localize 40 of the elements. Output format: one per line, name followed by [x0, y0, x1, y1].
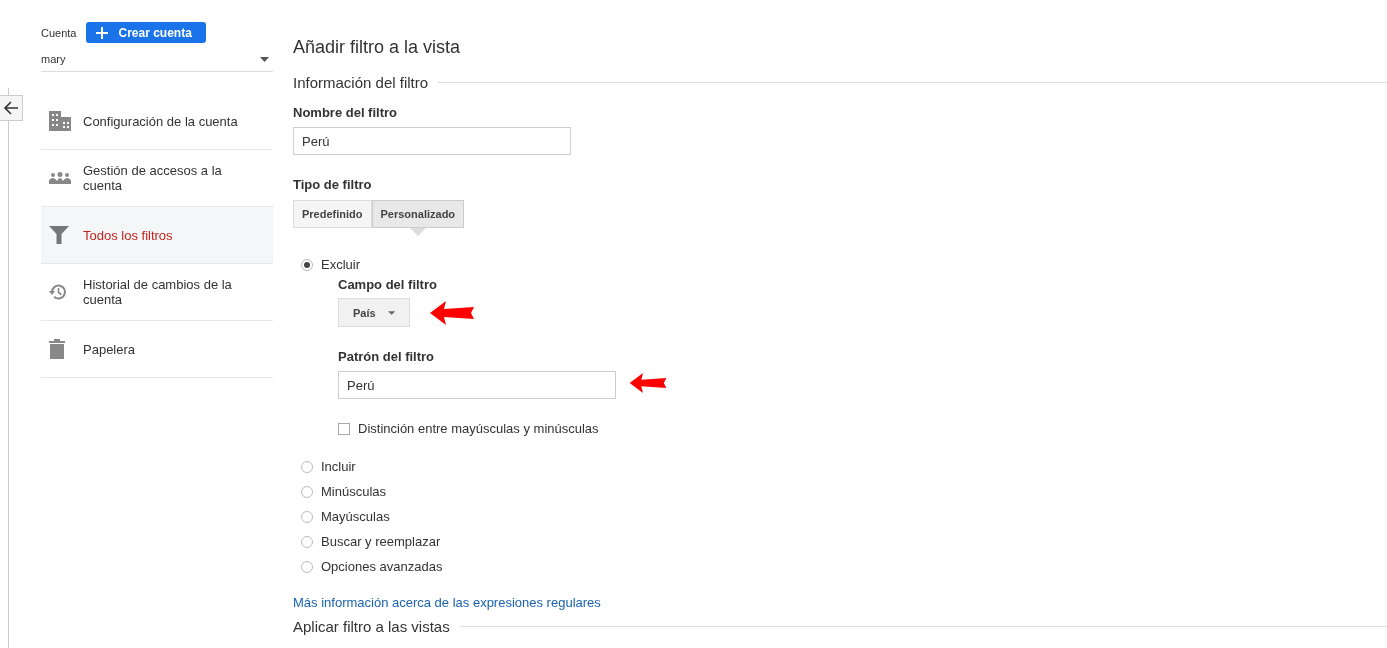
filter-field-dropdown[interactable]: País	[338, 298, 410, 327]
field-label: Campo del filtro	[338, 277, 438, 292]
field-label: Tipo de filtro	[293, 177, 373, 192]
radio-option[interactable]: Excluir	[301, 252, 1387, 277]
radio-option[interactable]: Opciones avanzadas	[301, 554, 1387, 579]
account-select[interactable]: mary	[41, 53, 273, 72]
tab-pointer-icon	[409, 228, 426, 236]
filter-type-tab[interactable]: Personalizado	[371, 200, 465, 228]
account-label: Cuenta	[41, 26, 77, 39]
caret-icon	[387, 310, 395, 315]
radio-option[interactable]: Buscar y reemplazar	[301, 529, 1387, 554]
pointer-arrow-icon	[628, 372, 668, 393]
section-heading: Aplicar filtro a las vistas	[293, 618, 450, 635]
filter-name-field[interactable]: Perú	[293, 127, 571, 155]
trash-icon	[49, 339, 65, 359]
filter-type-tab[interactable]: Predefinido	[293, 200, 372, 228]
filter-icon	[49, 226, 69, 244]
caret-icon	[260, 56, 269, 62]
filter-pattern-field[interactable]: Perú	[338, 371, 616, 399]
sidebar-item[interactable]: Papelera	[41, 321, 273, 378]
regex-help-link[interactable]: Más información acerca de las expresiones regulares	[293, 595, 601, 610]
create-account-button[interactable]: Crear cuenta	[86, 22, 207, 43]
section-heading: Información del filtro	[293, 74, 429, 91]
back-arrow-icon	[2, 100, 19, 116]
sidebar-item[interactable]: Configuración de la cuenta	[41, 93, 273, 150]
building-icon	[49, 111, 71, 131]
sidebar-item[interactable]: Historial de cambios de la cuenta	[41, 264, 273, 321]
back-button[interactable]	[0, 95, 23, 121]
history-icon	[49, 283, 67, 301]
case-sensitive-checkbox[interactable]: Distinción entre mayúsculas y minúsculas	[338, 421, 1387, 436]
plus-icon	[96, 26, 109, 39]
field-label: Nombre del filtro	[293, 105, 398, 120]
people-icon	[49, 172, 71, 184]
radio-option[interactable]: Minúsculas	[301, 479, 1387, 504]
pointer-arrow-icon	[430, 300, 474, 325]
field-label: Patrón del filtro	[338, 349, 436, 364]
radio-option[interactable]: Mayúsculas	[301, 504, 1387, 529]
page-title: Añadir filtro a la vista	[293, 36, 462, 58]
sidebar-item[interactable]: Todos los filtros	[41, 207, 273, 264]
radio-option[interactable]: Incluir	[301, 454, 1387, 479]
